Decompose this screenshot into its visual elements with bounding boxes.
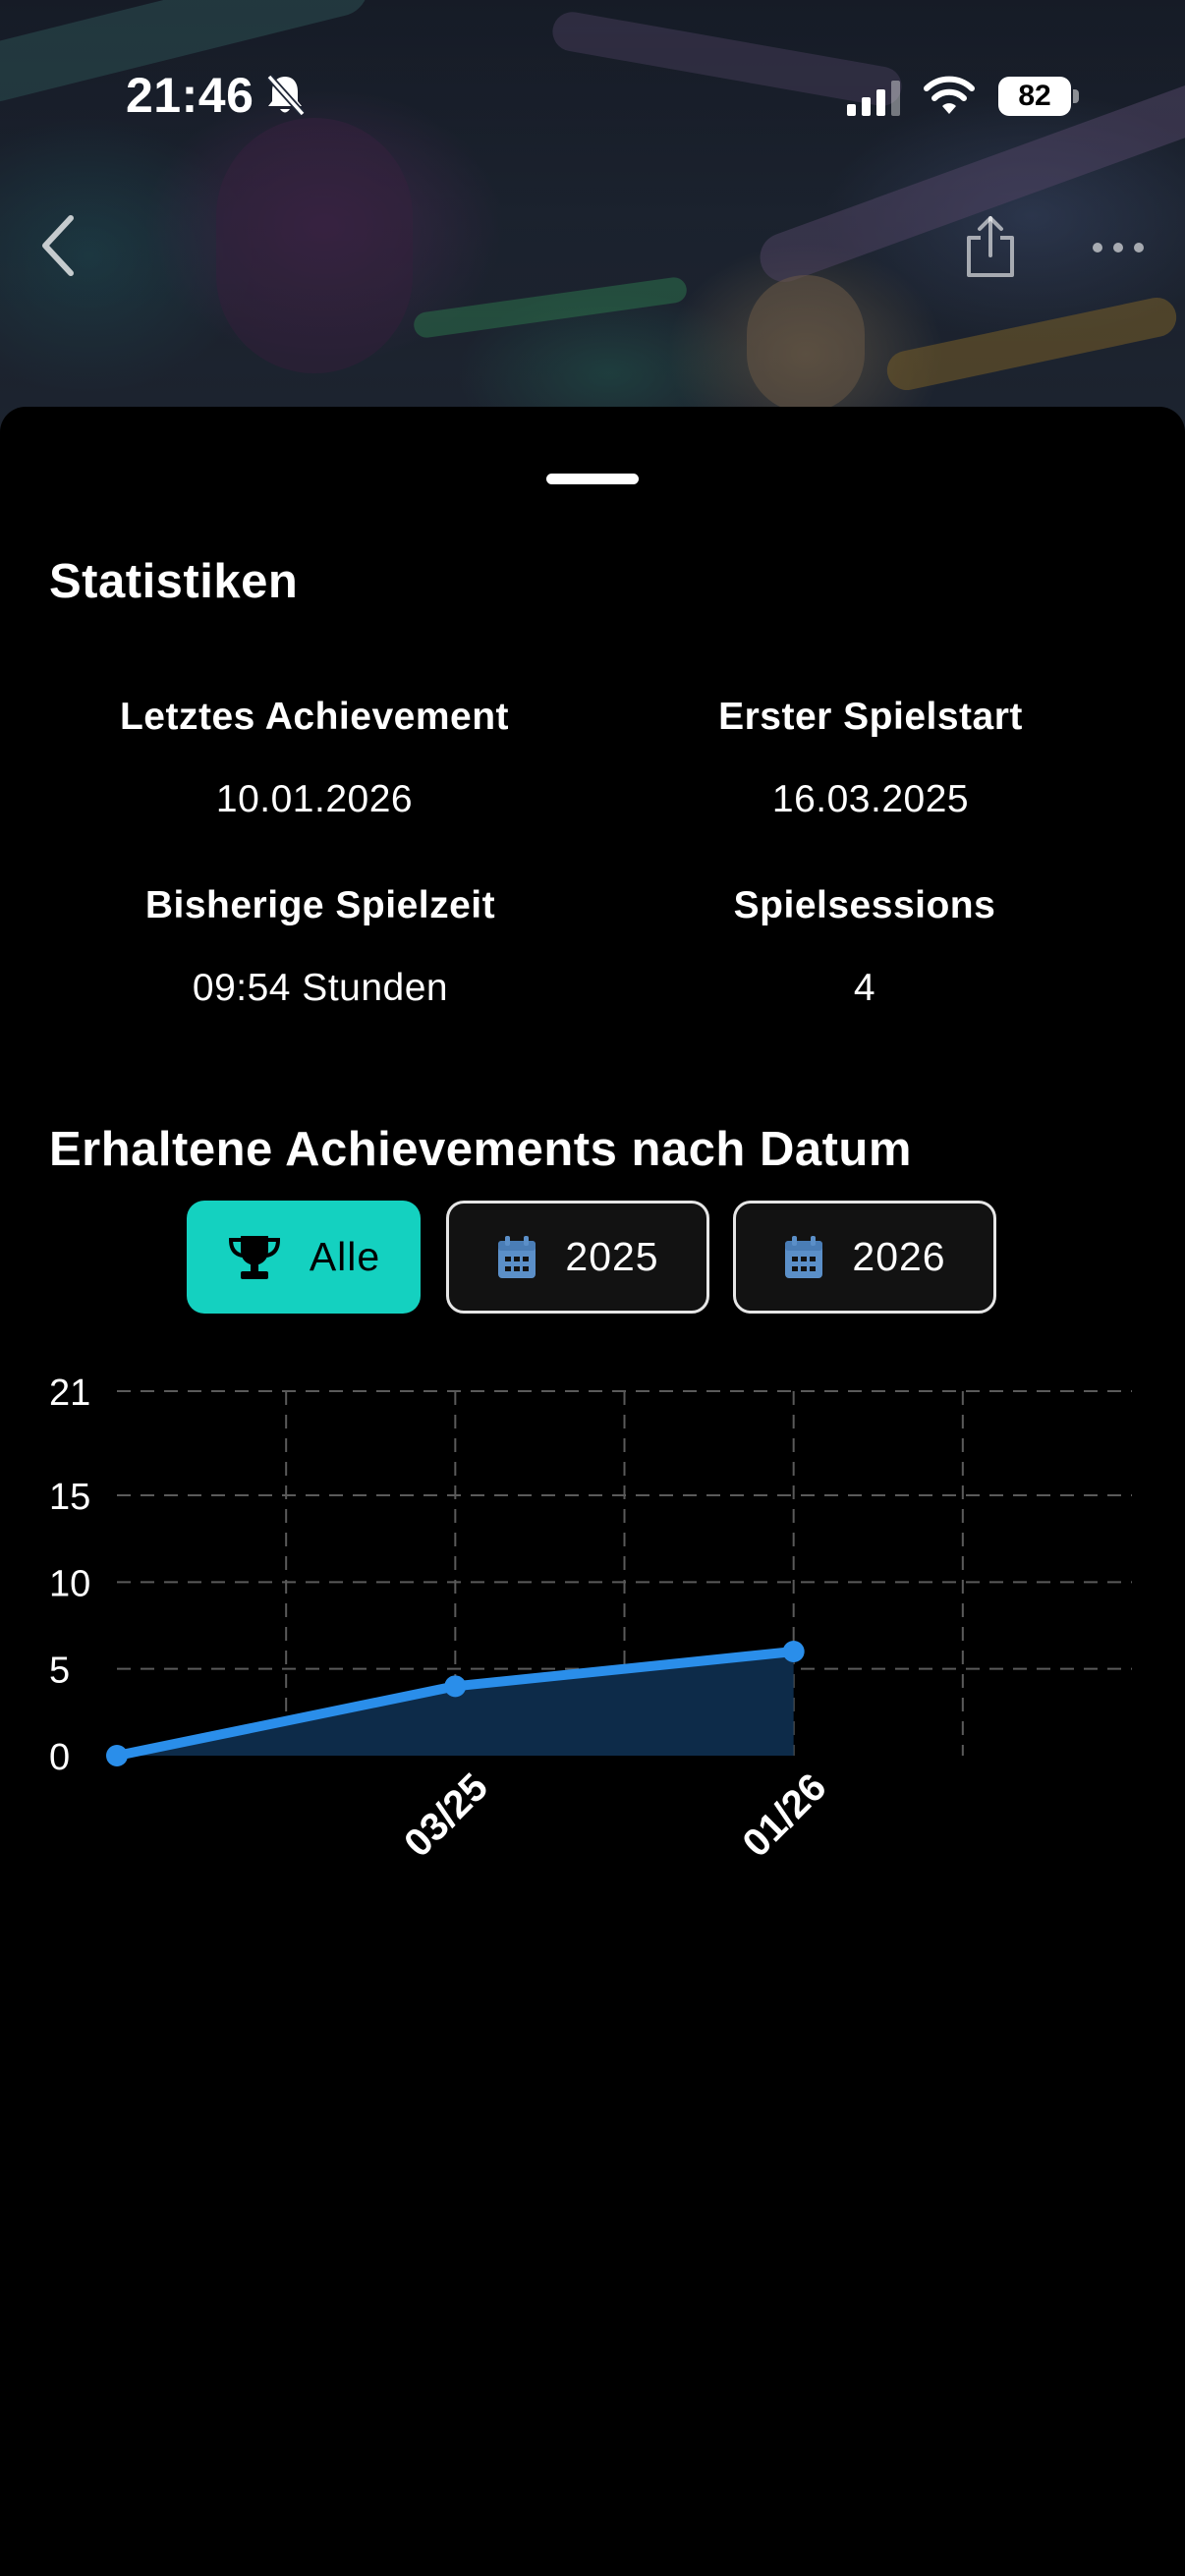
date-filter-group: Alle 2025 2026 [0, 1201, 1185, 1314]
first-start-value: 16.03.2025 [771, 778, 970, 820]
first-start-label: Erster Spielstart [718, 696, 1023, 738]
filter-2025-button[interactable]: 2025 [446, 1201, 709, 1314]
x-tick-label: 03/25 [396, 1765, 496, 1866]
more-horizontal-icon[interactable] [1089, 236, 1148, 259]
achievements-chart-title: Erhaltene Achievements nach Datum [49, 1123, 912, 1176]
battery-indicator: 82 [998, 77, 1079, 116]
sessions-value: 4 [853, 967, 876, 1009]
data-point [782, 1641, 805, 1662]
calendar-icon [785, 1235, 823, 1278]
y-tick-label: 15 [49, 1477, 90, 1518]
achievements-line-chart: 0 5 10 15 21 03/25 01/26 [49, 1372, 1132, 1866]
bell-muted-icon [266, 74, 306, 117]
series-area [117, 1652, 794, 1756]
y-tick-label: 0 [49, 1737, 70, 1778]
status-time: 21:46 [126, 68, 254, 123]
sheet-grabber[interactable] [546, 474, 639, 484]
data-point [106, 1745, 128, 1766]
playtime-label: Bisherige Spielzeit [144, 884, 496, 926]
y-tick-label: 21 [49, 1372, 90, 1414]
y-tick-label: 5 [49, 1651, 70, 1692]
chevron-left-icon[interactable] [33, 212, 83, 279]
filter-2026-button[interactable]: 2026 [733, 1201, 996, 1314]
last-achievement-value: 10.01.2026 [215, 778, 414, 820]
share-icon[interactable] [961, 214, 1020, 279]
last-achievement-label: Letztes Achievement [119, 696, 509, 738]
details-sheet: Statistiken Letztes Achievement 10.01.20… [0, 407, 1185, 2576]
filter-2026-label: 2026 [852, 1234, 946, 1279]
statistics-title: Statistiken [49, 555, 299, 608]
x-tick-label: 01/26 [735, 1765, 835, 1866]
cellular-signal-icon [847, 81, 900, 116]
playtime-value: 09:54 Stunden [192, 967, 449, 1009]
filter-2025-label: 2025 [565, 1234, 659, 1279]
calendar-icon [498, 1235, 536, 1278]
trophy-icon [228, 1235, 280, 1279]
data-point [444, 1675, 467, 1698]
sessions-label: Spielsessions [733, 884, 996, 926]
battery-percent: 82 [1018, 80, 1051, 112]
filter-all-label: Alle [309, 1234, 381, 1279]
wifi-icon [924, 76, 975, 114]
y-tick-label: 10 [49, 1563, 90, 1604]
filter-all-button[interactable]: Alle [187, 1201, 421, 1314]
